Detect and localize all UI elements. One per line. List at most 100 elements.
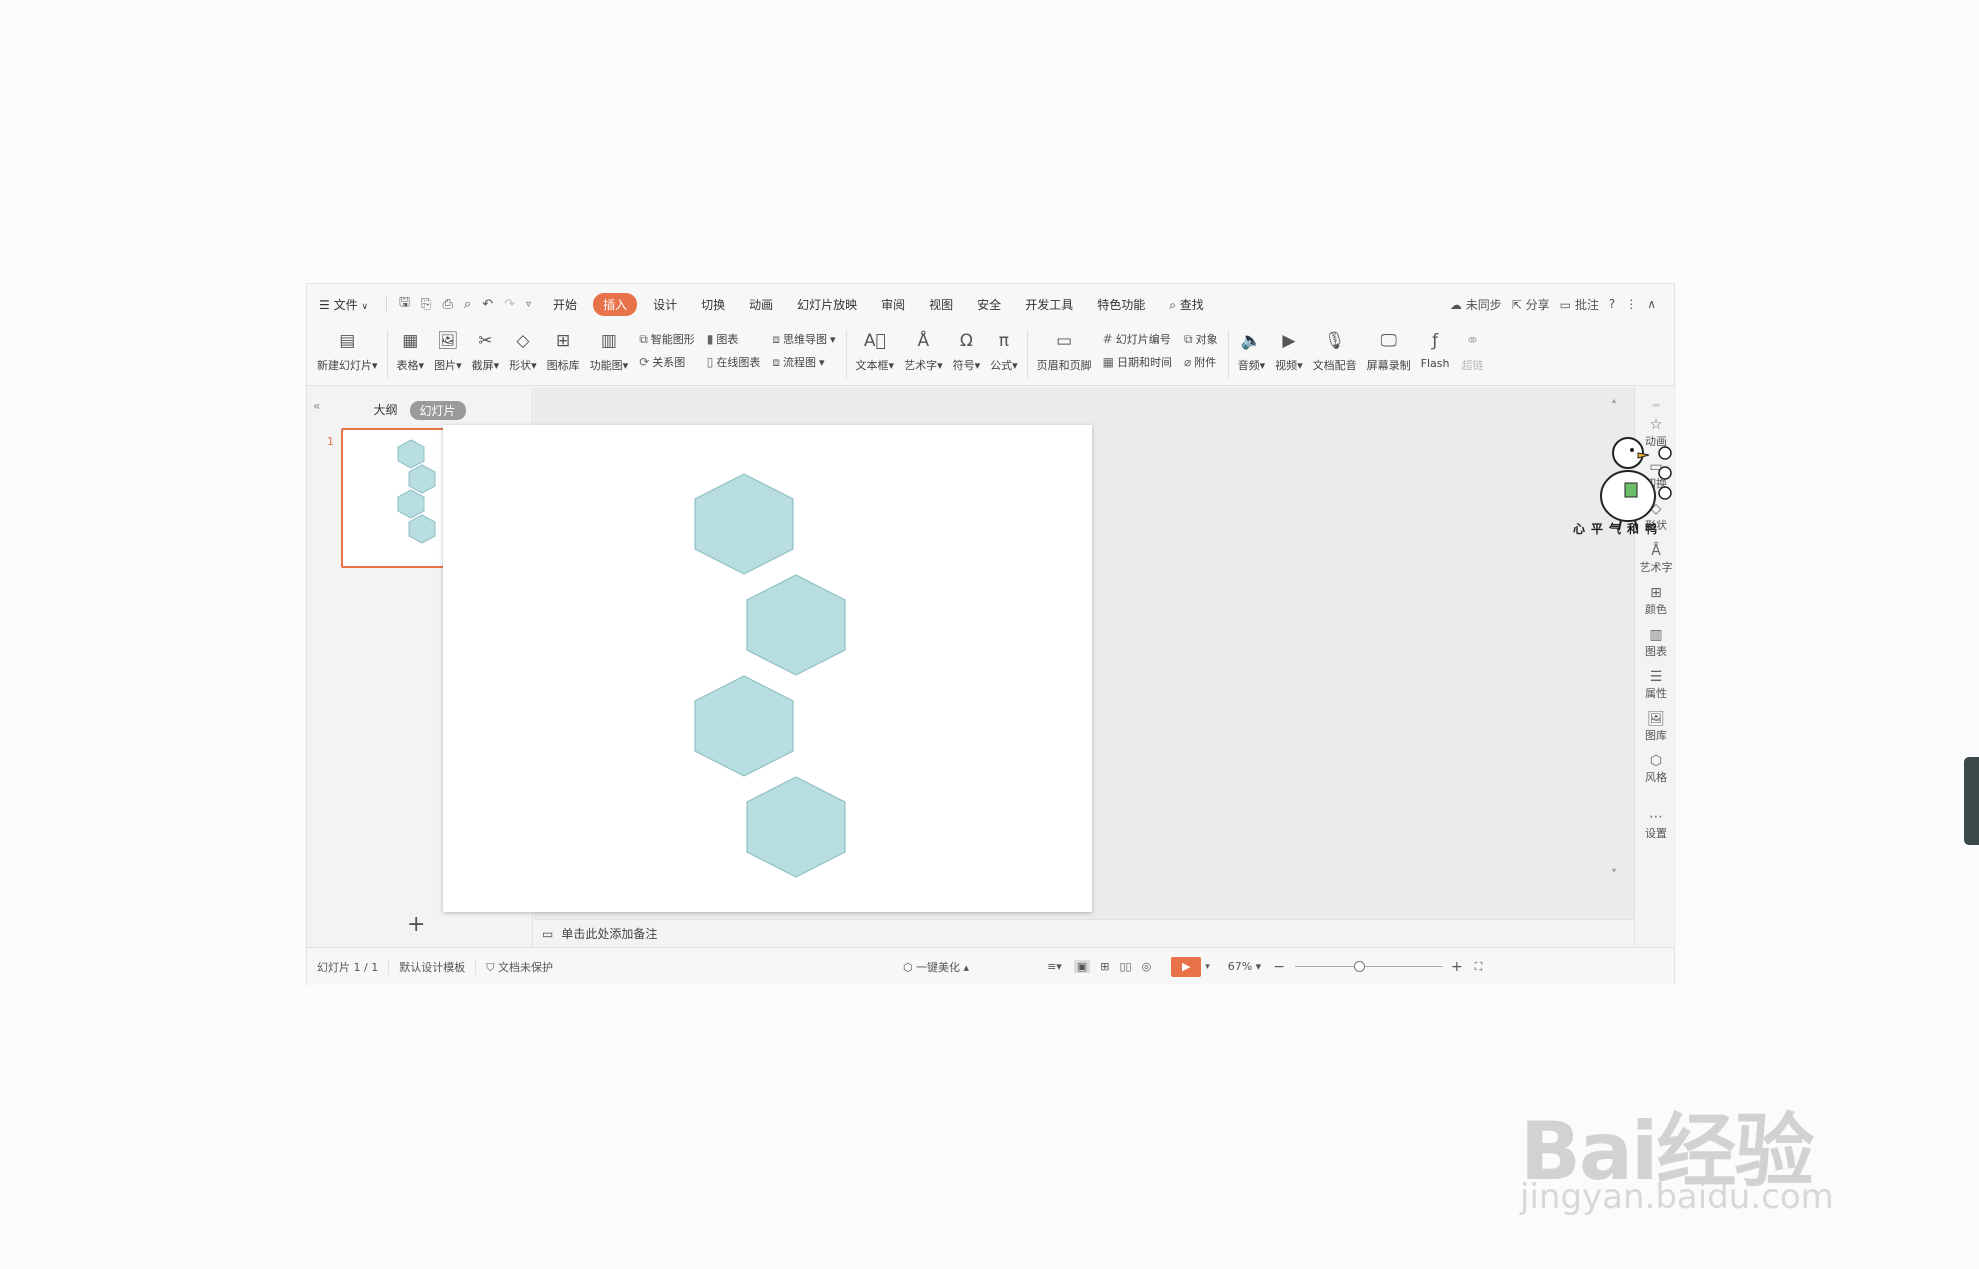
sliders-icon: ☰	[1649, 669, 1663, 685]
zoom-dropdown[interactable]: 67% ▾	[1228, 960, 1261, 973]
function-chart-button[interactable]: ▥ 功能图▾	[590, 328, 629, 373]
sidebar-item-settings[interactable]: ⋯ 设置	[1635, 809, 1677, 841]
zoom-slider[interactable]	[1294, 960, 1443, 973]
tab-review[interactable]: 审阅	[869, 296, 917, 313]
scroll-up-icon[interactable]: ▴	[1612, 396, 1616, 405]
undo-icon[interactable]: ↶	[482, 297, 493, 312]
symbol-button[interactable]: Ω 符号▾	[953, 328, 981, 373]
tab-transition[interactable]: 切换	[689, 296, 737, 313]
datetime-button[interactable]: ▦ 日期和时间	[1103, 354, 1172, 370]
picture-button[interactable]: 🖼 图片▾	[434, 328, 462, 373]
shape-icon: ◇	[516, 331, 530, 351]
image-icon: 🖼	[1647, 711, 1665, 727]
attachment-button[interactable]: ⌀ 附件	[1184, 354, 1218, 370]
print-icon[interactable]: ⎙	[443, 297, 453, 312]
object-button[interactable]: ⧉ 对象	[1184, 331, 1218, 347]
zoom-out-button[interactable]: −	[1273, 959, 1285, 975]
search-button[interactable]: ⌕ 查找	[1157, 296, 1216, 313]
flowchart-button[interactable]: ⧈ 流程图 ▾	[772, 354, 835, 370]
normal-view-icon[interactable]: ▣	[1073, 960, 1091, 973]
sidebar-divider: ═	[1652, 399, 1660, 412]
more-icon[interactable]: ⋮	[1625, 297, 1637, 311]
tab-view[interactable]: 视图	[917, 296, 965, 313]
sidebar-item-property[interactable]: ☰ 属性	[1635, 669, 1677, 701]
audio-button[interactable]: 🔈 音频▾	[1238, 328, 1266, 373]
sidebar-item-style[interactable]: ⬡ 风格	[1635, 753, 1677, 785]
flash-button[interactable]: ƒ Flash	[1421, 328, 1450, 370]
comment-button[interactable]: ▭ 批注	[1560, 296, 1599, 313]
sidebar-item-chart[interactable]: ▥ 图表	[1635, 627, 1677, 659]
play-options-icon[interactable]: ▾	[1205, 962, 1210, 972]
mindmap-button[interactable]: ⧈ 思维导图 ▾	[772, 331, 835, 347]
help-button[interactable]: ?	[1609, 297, 1615, 311]
formula-button[interactable]: π 公式▾	[990, 328, 1018, 373]
play-slideshow-button[interactable]: ▶	[1171, 956, 1202, 977]
template-name[interactable]: 默认设计模板	[389, 958, 477, 975]
tab-home[interactable]: 开始	[541, 296, 589, 313]
hyperlink-button[interactable]: ⚭ 超链	[1459, 328, 1485, 373]
tab-slideshow[interactable]: 幻灯片放映	[785, 296, 869, 313]
new-slide-button[interactable]: ▤ 新建幻灯片▾	[317, 328, 378, 373]
save-icon[interactable]: 🖫	[399, 293, 410, 315]
sync-button[interactable]: ☁ 未同步	[1450, 296, 1502, 313]
textbox-button[interactable]: A⃞ 文本框▾	[856, 328, 895, 373]
share-button[interactable]: ⇱ 分享	[1512, 296, 1550, 313]
collapse-ribbon-icon[interactable]: ∧	[1647, 297, 1656, 311]
scroll-down-icon[interactable]: ▾	[1612, 866, 1616, 875]
customize-icon[interactable]: ▿	[526, 299, 531, 310]
sidebar-item-gallery[interactable]: 🖼 图库	[1635, 711, 1677, 743]
zoom-in-button[interactable]: +	[1451, 959, 1463, 975]
floating-edge-widget[interactable]	[1964, 757, 1979, 845]
icon-library-button[interactable]: ⊞ 图标库	[547, 328, 580, 373]
omega-icon: Ω	[959, 331, 973, 351]
redo-icon[interactable]: ↷	[504, 297, 515, 312]
hexagon-2[interactable]	[746, 574, 846, 676]
tab-animation[interactable]: 动画	[737, 296, 785, 313]
slide-sorter-icon[interactable]: ⊞	[1100, 960, 1109, 973]
notes-toggle-icon[interactable]: ≡▾	[1047, 960, 1062, 973]
sidebar-item-wordart[interactable]: Å 艺术字	[1635, 543, 1677, 575]
duck-caption: 心平气和鸭	[1573, 522, 1664, 536]
presenter-view-icon[interactable]: ◎	[1142, 960, 1152, 973]
tab-insert[interactable]: 插入	[593, 292, 638, 316]
shape-button[interactable]: ◇ 形状▾	[509, 328, 537, 373]
thumb-hexagon-2	[408, 464, 436, 494]
wordart-button[interactable]: Å 艺术字▾	[904, 328, 943, 373]
online-chart-button[interactable]: ▯ 在线图表	[707, 354, 761, 370]
tab-outline[interactable]: 大纲	[373, 401, 397, 420]
add-slide-button[interactable]: +	[407, 912, 425, 937]
fit-window-icon[interactable]: ⛶	[1475, 960, 1483, 974]
zoom-slider-knob[interactable]	[1353, 960, 1365, 972]
video-button[interactable]: ▶ 视频▾	[1275, 328, 1303, 373]
tab-developer[interactable]: 开发工具	[1013, 296, 1085, 313]
chart-button[interactable]: ▮ 图表	[707, 331, 761, 347]
icon-library-icon: ⊞	[556, 331, 571, 351]
tab-security[interactable]: 安全	[965, 296, 1013, 313]
notes-bar[interactable]: ▭ 单击此处添加备注	[534, 919, 1634, 947]
sidebar-item-color[interactable]: ⊞ 颜色	[1635, 585, 1677, 617]
hexagon-1[interactable]	[694, 473, 794, 575]
screenshot-button[interactable]: ✂ 截屏▾	[472, 328, 500, 373]
beautify-button[interactable]: ⬡ 一键美化 ▴	[903, 959, 969, 975]
style-icon: ⬡	[1649, 753, 1663, 769]
hexagon-4[interactable]	[746, 776, 846, 878]
hamburger-icon: ☰	[319, 297, 330, 312]
tab-slides[interactable]: 幻灯片	[409, 401, 466, 420]
doc-dubbing-button[interactable]: 🎙 文档配音	[1313, 328, 1357, 373]
tab-design[interactable]: 设计	[641, 296, 689, 313]
slide-number-button[interactable]: # 幻灯片编号	[1103, 331, 1172, 347]
file-menu[interactable]: ☰ 文件 ∨	[307, 296, 380, 313]
table-button[interactable]: ▦ 表格▾	[397, 328, 425, 373]
tab-features[interactable]: 特色功能	[1085, 296, 1157, 313]
protection-status[interactable]: ⛉ 文档未保护	[476, 959, 563, 975]
export-pdf-icon[interactable]: ⎘	[421, 297, 431, 312]
calendar-icon: ▦	[1102, 355, 1115, 369]
relation-chart-button[interactable]: ⟳ 关系图	[639, 354, 695, 370]
header-footer-button[interactable]: ▭ 页眉和页脚	[1037, 328, 1092, 373]
hexagon-3[interactable]	[694, 675, 794, 777]
smart-graphic-button[interactable]: ⧉ 智能图形	[639, 331, 695, 347]
screen-record-button[interactable]: 🖵 屏幕录制	[1367, 328, 1411, 373]
reading-view-icon[interactable]: ▯▯	[1119, 960, 1131, 973]
slide-canvas[interactable]	[443, 425, 1092, 912]
print-preview-icon[interactable]: ⌕	[464, 297, 471, 312]
